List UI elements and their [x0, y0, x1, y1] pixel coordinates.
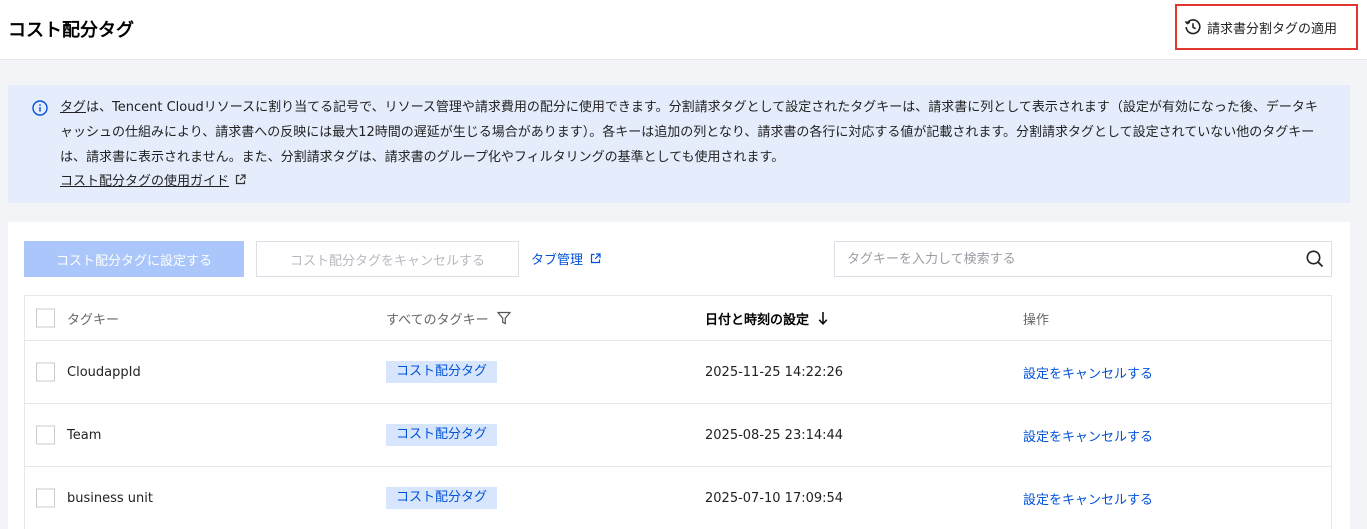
row-checkbox[interactable] — [36, 362, 55, 382]
cancel-setting-link[interactable]: 設定をキャンセルする — [1023, 489, 1153, 508]
page-header: コスト配分タグ 請求書分割タグの適用 — [0, 0, 1367, 60]
row-checkbox[interactable] — [36, 488, 55, 508]
select-all-checkbox[interactable] — [36, 308, 55, 328]
tag-type-cell: コスト配分タグ — [386, 404, 498, 466]
operation-cell: 設定をキャンセルする — [1023, 467, 1153, 529]
page-title: コスト配分タグ — [8, 20, 134, 41]
cancel-cost-tag-button[interactable]: コスト配分タグをキャンセルする — [256, 241, 519, 277]
filter-funnel-icon[interactable] — [496, 311, 511, 325]
column-header-all-tag-keys-label: すべてのタグキー — [386, 312, 489, 328]
info-text: タグは、Tencent Cloudリソースに割り当てる記号で、リソース管理や請求… — [60, 95, 1320, 170]
tag-panel: コスト配分タグに設定する コスト配分タグをキャンセルする タブ管理 タグキー す… — [8, 222, 1350, 529]
column-header-operation: 操作 — [1023, 312, 1050, 328]
info-banner: タグは、Tencent Cloudリソースに割り当てる記号で、リソース管理や請求… — [8, 85, 1350, 203]
date-cell: 2025-07-10 17:09:54 — [705, 490, 844, 506]
operation-cell: 設定をキャンセルする — [1023, 341, 1153, 403]
tag-key-cell: CloudappId — [67, 364, 141, 380]
tag-type-cell: コスト配分タグ — [386, 467, 498, 529]
tag-type-cell: コスト配分タグ — [386, 341, 498, 403]
cost-tag-badge: コスト配分タグ — [386, 487, 498, 509]
table-row: business unit コスト配分タグ 2025-07-10 17:09:5… — [25, 467, 1331, 529]
info-description: は、Tencent Cloudリソースに割り当てる記号で、リソース管理や請求費用… — [60, 100, 1318, 165]
tag-manage-label: タブ管理 — [531, 253, 584, 268]
cost-tag-badge: コスト配分タグ — [386, 424, 498, 446]
table-row: Team コスト配分タグ 2025-08-25 23:14:44 設定をキャンセ… — [25, 404, 1331, 467]
cost-tag-badge: コスト配分タグ — [386, 361, 498, 383]
tag-key-search — [834, 241, 1332, 277]
usage-guide-link[interactable]: コスト配分タグの使用ガイド — [60, 170, 246, 189]
vertical-scrollbar[interactable] — [1355, 60, 1367, 529]
external-link-icon — [590, 253, 601, 264]
set-cost-tag-button[interactable]: コスト配分タグに設定する — [24, 241, 244, 277]
table-row: CloudappId コスト配分タグ 2025-11-25 14:22:26 設… — [25, 341, 1331, 404]
tag-table: タグキー すべてのタグキー 日付と時刻の設定 操作 CloudappId コスト… — [24, 295, 1332, 529]
tag-key-cell: Team — [67, 427, 102, 443]
tag-key-cell: business unit — [67, 490, 153, 506]
tag-manage-link[interactable]: タブ管理 — [531, 249, 601, 268]
info-circle-icon — [32, 100, 48, 116]
arrow-down-icon[interactable] — [818, 311, 828, 325]
usage-guide-label: コスト配分タグの使用ガイド — [60, 174, 230, 189]
search-input[interactable] — [847, 242, 1287, 276]
row-checkbox[interactable] — [36, 425, 55, 445]
cancel-setting-link[interactable]: 設定をキャンセルする — [1023, 426, 1153, 445]
table-header-row: タグキー すべてのタグキー 日付と時刻の設定 操作 — [25, 296, 1331, 341]
external-link-icon — [235, 174, 246, 185]
apply-split-tag-button[interactable]: 請求書分割タグの適用 — [1175, 4, 1358, 50]
search-icon[interactable] — [1305, 249, 1325, 269]
column-header-date[interactable]: 日付と時刻の設定 — [705, 296, 828, 340]
history-clock-icon — [1184, 19, 1201, 35]
column-header-tag-key: タグキー — [67, 312, 120, 328]
column-header-date-label: 日付と時刻の設定 — [705, 312, 810, 328]
date-cell: 2025-08-25 23:14:44 — [705, 427, 844, 443]
cancel-setting-link[interactable]: 設定をキャンセルする — [1023, 363, 1153, 382]
tag-doc-link[interactable]: タグ — [60, 100, 86, 115]
date-cell: 2025-11-25 14:22:26 — [705, 364, 844, 380]
apply-split-tag-label: 請求書分割タグの適用 — [1207, 21, 1338, 37]
column-header-all-tag-keys[interactable]: すべてのタグキー — [386, 296, 511, 340]
operation-cell: 設定をキャンセルする — [1023, 404, 1153, 466]
